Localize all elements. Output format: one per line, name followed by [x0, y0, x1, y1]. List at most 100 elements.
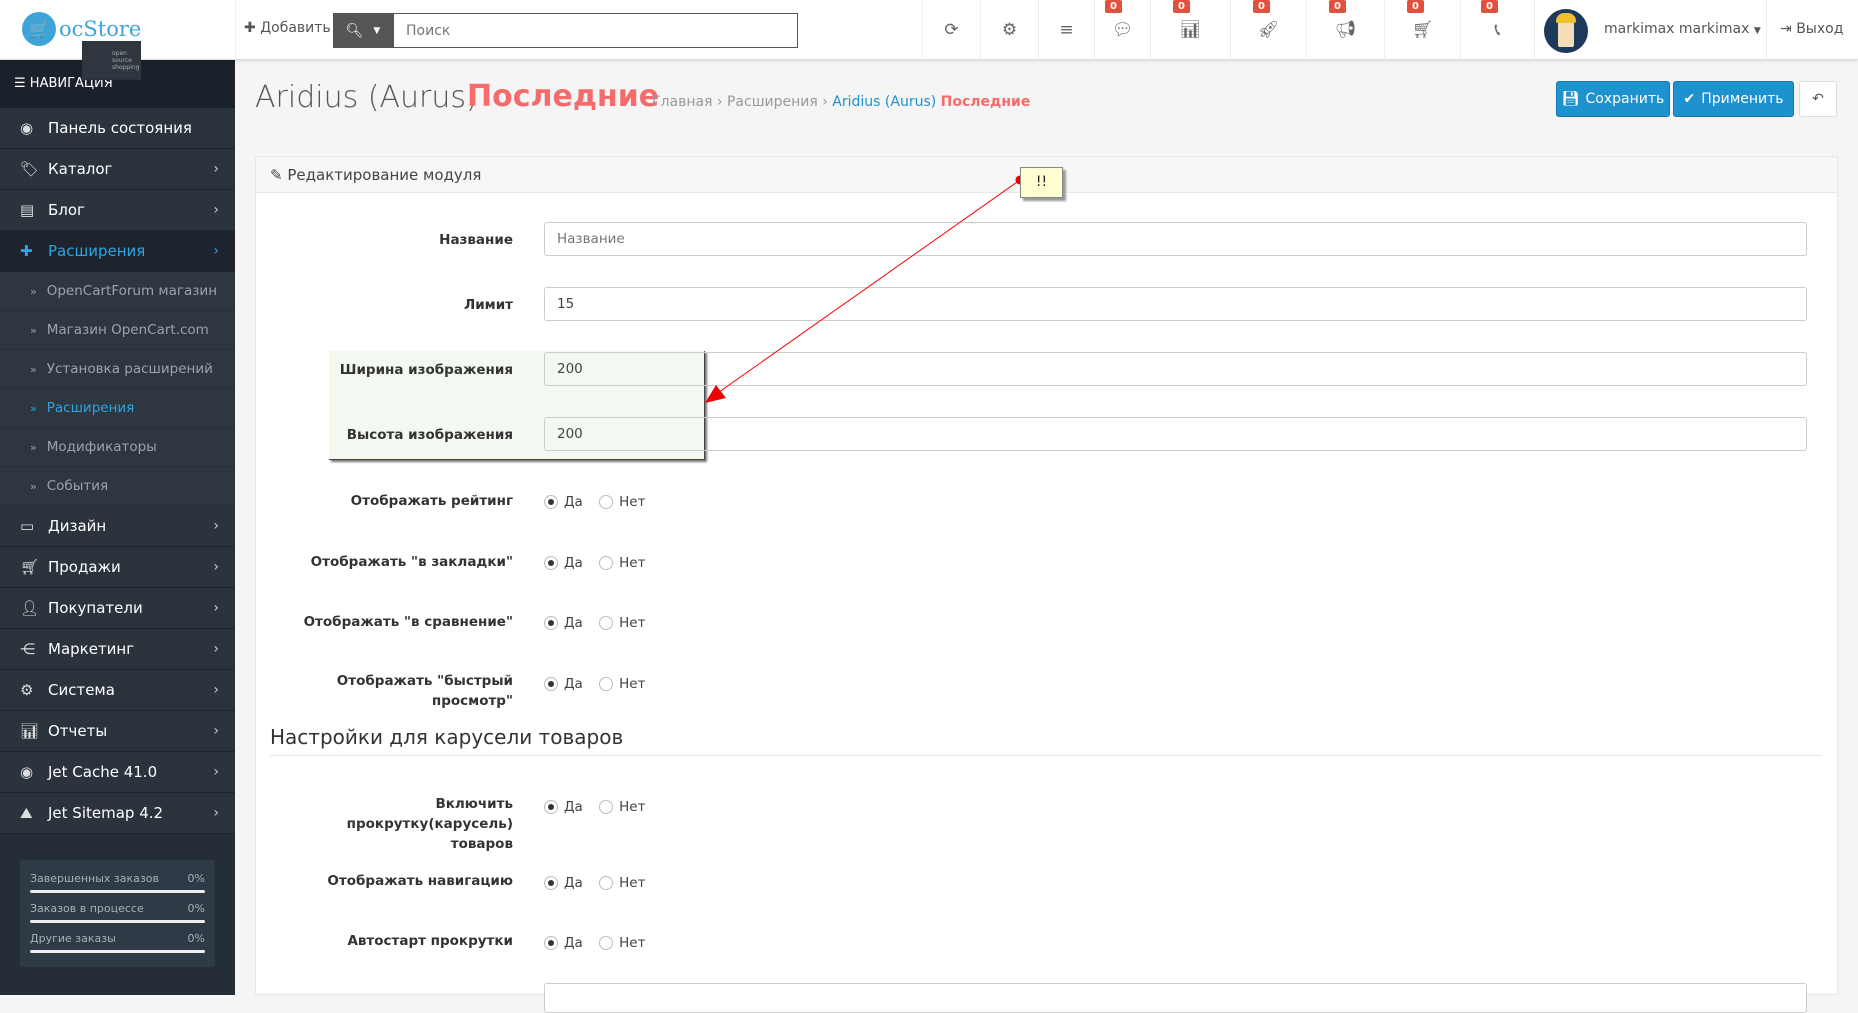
- bar-chart-icon: 📊︎: [20, 722, 40, 740]
- save-icon: 💾︎: [1561, 91, 1580, 107]
- sidebar-item-sales[interactable]: 🛒︎ Продажи ›: [0, 547, 235, 588]
- carousel-radios: Да Нет: [544, 799, 645, 815]
- compare-label: Отображать "в сравнение": [303, 614, 513, 630]
- wishlist-label: Отображать "в закладки": [310, 554, 513, 570]
- logo[interactable]: 🛒 ocStore open source shopping: [22, 12, 142, 80]
- bullhorn-icon[interactable]: 📢︎ 0: [1306, 0, 1384, 60]
- autoplay-no-radio[interactable]: [599, 936, 614, 950]
- sidebar: ☰ НАВИГАЦИЯ ◉ Панель состояния 🏷︎ Каталог ›…: [0, 60, 235, 995]
- sidebar-subitem-modifications[interactable]: » Модификаторы: [0, 428, 235, 467]
- phone-icon[interactable]: 📞︎ 0: [1460, 0, 1534, 60]
- page-title-accent: Последние: [467, 79, 660, 114]
- compare-radios: Да Нет: [544, 615, 645, 631]
- sidebar-subitem-ocf-store[interactable]: » OpenCartForum магазин: [0, 272, 235, 311]
- wishlist-radios: Да Нет: [544, 555, 645, 571]
- pencil-icon: ✎: [270, 166, 283, 184]
- sidebar-item-extensions[interactable]: ✚ Расширения ›: [0, 231, 235, 272]
- sidebar-item-jet-sitemap[interactable]: ⛰︎ Jet Sitemap 4.2 ›: [0, 793, 235, 834]
- rating-no-radio[interactable]: [599, 495, 614, 509]
- tags-icon: 🏷︎: [20, 160, 40, 178]
- breadcrumb-current[interactable]: Последние: [941, 94, 1031, 110]
- carousel-yes-radio[interactable]: [544, 800, 558, 814]
- quickview-yes-radio[interactable]: [544, 677, 558, 691]
- stat-processing: Заказов в процессе 0%: [30, 902, 205, 923]
- cart-icon[interactable]: 🛒︎ 0: [1384, 0, 1460, 60]
- dot-circle-icon: ◉: [20, 763, 34, 781]
- sidebar-subitem-installer[interactable]: » Установка расширений: [0, 350, 235, 389]
- sidebar-item-dashboard[interactable]: ◉ Панель состояния: [0, 108, 235, 149]
- sidebar-item-reports[interactable]: 📊︎ Отчеты ›: [0, 711, 235, 752]
- progress-bar: [30, 920, 205, 923]
- carousel-label: Включить прокрутку(карусель) товаров: [346, 796, 513, 852]
- caret-down-icon: ▼: [373, 25, 381, 36]
- back-button[interactable]: ↶: [1799, 81, 1837, 117]
- user-menu[interactable]: markimax markimax ▼: [1604, 21, 1761, 37]
- navigation-radios: Да Нет: [544, 875, 645, 891]
- image-width-input[interactable]: [544, 352, 1807, 386]
- comments-icon[interactable]: 💬︎ 0: [1094, 0, 1150, 60]
- navigation-yes-radio[interactable]: [544, 876, 558, 890]
- wishlist-yes-radio[interactable]: [544, 556, 558, 570]
- dashboard-icon: ◉: [20, 119, 34, 137]
- limit-input[interactable]: [544, 287, 1807, 321]
- menu-icon: ☰: [14, 76, 26, 91]
- refresh-icon[interactable]: ⟳: [922, 0, 980, 60]
- quickview-radios: Да Нет: [544, 676, 645, 692]
- order-stats-box: Завершенных заказов 0% Заказов в процессе…: [20, 862, 215, 967]
- stat-completed: Завершенных заказов 0%: [30, 872, 205, 893]
- rating-radios: Да Нет: [544, 494, 645, 510]
- top-header: 🛒 ocStore open source shopping ✚ Добавит…: [0, 0, 1858, 80]
- check-icon: ✔: [1683, 91, 1696, 107]
- apply-button[interactable]: ✔ Применить: [1673, 81, 1794, 117]
- compare-no-radio[interactable]: [599, 616, 614, 630]
- breadcrumb: Главная › Расширения › Aridius (Aurus) П…: [652, 94, 1031, 110]
- autoplay-yes-radio[interactable]: [544, 936, 558, 950]
- sidebar-item-customers[interactable]: 👤︎ Покупатели ›: [0, 588, 235, 629]
- navigation-no-radio[interactable]: [599, 876, 614, 890]
- quickview-no-radio[interactable]: [599, 677, 614, 691]
- gear-icon: ⚙: [20, 681, 34, 699]
- next-input[interactable]: [544, 983, 1807, 1013]
- save-button[interactable]: 💾︎ Сохранить: [1556, 81, 1670, 117]
- sidebar-item-design[interactable]: ▭ Дизайн ›: [0, 506, 235, 547]
- add-button[interactable]: ✚ Добавить: [244, 20, 331, 36]
- annotation-note: !!: [1020, 167, 1063, 198]
- name-input[interactable]: [544, 222, 1807, 256]
- compare-yes-radio[interactable]: [544, 616, 558, 630]
- wishlist-no-radio[interactable]: [599, 556, 614, 570]
- sidebar-subitem-extensions[interactable]: » Расширения: [0, 389, 235, 428]
- user-icon: 👤︎: [20, 599, 40, 617]
- sidebar-item-system[interactable]: ⚙ Система ›: [0, 670, 235, 711]
- chart-icon[interactable]: 📊︎ 0: [1150, 0, 1230, 60]
- sidebar-item-catalog[interactable]: 🏷︎ Каталог ›: [0, 149, 235, 190]
- list-icon[interactable]: ≡: [1038, 0, 1094, 60]
- monitor-icon: ▭: [20, 517, 35, 535]
- carousel-section-heading: Настройки для карусели товаров: [270, 725, 1822, 756]
- carousel-no-radio[interactable]: [599, 800, 614, 814]
- chevron-right-icon: ›: [213, 559, 219, 575]
- sidebar-item-marketing[interactable]: ⋲ Маркетинг ›: [0, 629, 235, 670]
- autoplay-radios: Да Нет: [544, 935, 645, 951]
- sidebar-subitem-events[interactable]: » События: [0, 467, 235, 506]
- sidebar-item-blog[interactable]: ▤ Блог ›: [0, 190, 235, 231]
- plus-icon: ✚: [244, 20, 256, 36]
- sidebar-subitem-opencart-store[interactable]: » Магазин OpenCart.com: [0, 311, 235, 350]
- share-icon: ⋲: [20, 640, 35, 658]
- sitemap-icon: ⛰︎: [20, 804, 33, 822]
- breadcrumb-module[interactable]: Aridius (Aurus): [832, 94, 936, 110]
- rocket-icon[interactable]: 🚀︎ 0: [1230, 0, 1306, 60]
- avatar[interactable]: [1544, 9, 1588, 53]
- logout-button[interactable]: ⇥ Выход: [1780, 21, 1843, 37]
- search-type-button[interactable]: 🔍︎ ▼: [333, 13, 393, 48]
- chevron-right-icon: ›: [213, 805, 219, 821]
- breadcrumb-home[interactable]: Главная: [652, 94, 712, 110]
- gear-icon[interactable]: ⚙: [980, 0, 1038, 60]
- chevron-right-icon: ›: [213, 764, 219, 780]
- search-input[interactable]: [393, 13, 798, 48]
- image-height-input[interactable]: [544, 417, 1807, 451]
- sidebar-item-jet-cache[interactable]: ◉ Jet Cache 41.0 ›: [0, 752, 235, 793]
- book-icon: ▤: [20, 201, 35, 219]
- breadcrumb-extensions[interactable]: Расширения: [727, 94, 818, 110]
- rating-yes-radio[interactable]: [544, 495, 558, 509]
- stat-other: Другие заказы 0%: [30, 932, 205, 953]
